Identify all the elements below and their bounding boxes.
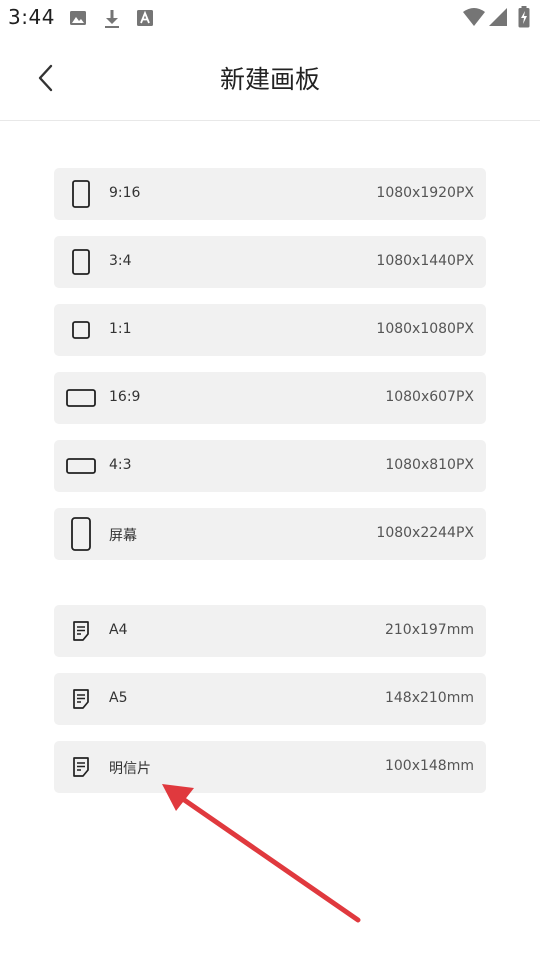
option-label: 3:4 bbox=[109, 253, 132, 269]
option-size: 1080x1080PX bbox=[376, 321, 474, 337]
portrait-rect-icon bbox=[66, 236, 96, 288]
option-1-1[interactable]: 1:1 1080x1080PX bbox=[54, 304, 486, 356]
option-label: 屏幕 bbox=[109, 528, 137, 544]
portrait-rect-icon bbox=[66, 168, 96, 220]
option-label: A4 bbox=[109, 622, 128, 638]
option-label: 16:9 bbox=[109, 389, 141, 405]
download-icon bbox=[103, 9, 121, 33]
option-screen[interactable]: 屏幕 1080x2244PX bbox=[54, 508, 486, 560]
font-a-icon bbox=[136, 9, 154, 31]
canvas-size-list: 9:16 1080x1920PX 3:4 1080x1440PX 1:1 108… bbox=[54, 168, 486, 809]
phone-screen-icon bbox=[66, 508, 96, 560]
option-label: A5 bbox=[109, 690, 128, 706]
wifi-icon bbox=[462, 7, 486, 31]
option-16-9[interactable]: 16:9 1080x607PX bbox=[54, 372, 486, 424]
option-postcard[interactable]: 明信片 100x148mm bbox=[54, 741, 486, 793]
option-4-3[interactable]: 4:3 1080x810PX bbox=[54, 440, 486, 492]
option-label: 1:1 bbox=[109, 321, 132, 337]
option-size: 1080x607PX bbox=[385, 389, 474, 405]
option-size: 1080x810PX bbox=[385, 457, 474, 473]
status-time: 3:44 bbox=[8, 5, 55, 29]
battery-charging-icon bbox=[518, 6, 530, 32]
document-icon bbox=[66, 673, 96, 725]
option-9-16[interactable]: 9:16 1080x1920PX bbox=[54, 168, 486, 220]
image-icon bbox=[69, 9, 87, 31]
status-bar: 3:44 bbox=[0, 0, 540, 36]
option-size: 100x148mm bbox=[384, 758, 474, 774]
option-label: 明信片 bbox=[109, 761, 151, 777]
option-size: 1080x2244PX bbox=[376, 525, 474, 541]
page-title: 新建画板 bbox=[219, 65, 320, 94]
square-icon bbox=[66, 304, 96, 356]
option-size: 1080x1440PX bbox=[376, 253, 474, 269]
option-label: 9:16 bbox=[109, 185, 141, 201]
option-size: 210x197mm bbox=[384, 622, 474, 638]
option-a5[interactable]: A5 148x210mm bbox=[54, 673, 486, 725]
option-3-4[interactable]: 3:4 1080x1440PX bbox=[54, 236, 486, 288]
document-icon bbox=[66, 741, 96, 793]
app-header: 新建画板 bbox=[0, 36, 540, 121]
landscape-rect-icon bbox=[66, 372, 96, 424]
option-size: 1080x1920PX bbox=[376, 185, 474, 201]
option-label: 4:3 bbox=[109, 457, 132, 473]
landscape-rect-icon bbox=[66, 440, 96, 492]
option-a4[interactable]: A4 210x197mm bbox=[54, 605, 486, 657]
option-size: 148x210mm bbox=[384, 690, 474, 706]
signal-icon bbox=[488, 7, 508, 31]
document-icon bbox=[66, 605, 96, 657]
